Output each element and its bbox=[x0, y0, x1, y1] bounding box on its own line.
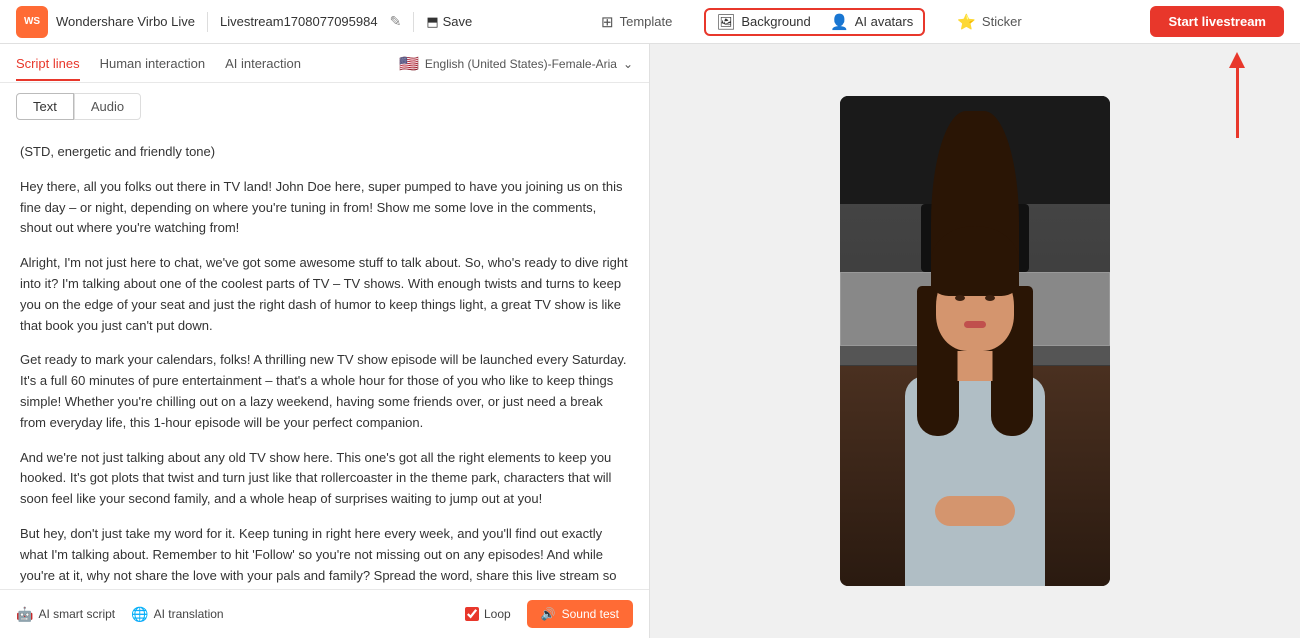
main-content: Script lines Human interaction AI intera… bbox=[0, 44, 1300, 638]
script-paragraph-1: Hey there, all you folks out there in TV… bbox=[20, 177, 629, 239]
format-tab-audio[interactable]: Audio bbox=[74, 93, 141, 120]
script-paragraph-5: But hey, don't just take my word for it.… bbox=[20, 524, 629, 589]
tab-template-label: Template bbox=[620, 14, 673, 29]
loop-checkbox-label[interactable]: Loop bbox=[465, 607, 511, 621]
sound-icon: 🔊 bbox=[541, 607, 556, 621]
script-tabs-row: Script lines Human interaction AI intera… bbox=[0, 44, 649, 83]
left-panel: Script lines Human interaction AI intera… bbox=[0, 44, 650, 638]
ai-avatar-icon: 👤 bbox=[830, 13, 849, 31]
header-tabs: ⊞ Template 🖼 Background 👤 AI avatars ⭐ S… bbox=[484, 8, 1138, 36]
tab-script-lines[interactable]: Script lines bbox=[16, 56, 80, 81]
avatar-figure bbox=[840, 96, 1110, 586]
stream-title: Livestream1708077095984 bbox=[220, 14, 378, 29]
script-paragraph-4: And we're not just talking about any old… bbox=[20, 448, 629, 510]
start-livestream-button[interactable]: Start livestream bbox=[1150, 6, 1284, 37]
header: WS Wondershare Virbo Live Livestream1708… bbox=[0, 0, 1300, 44]
ai-smart-script-label: AI smart script bbox=[38, 607, 115, 621]
script-content-area: (STD, energetic and friendly tone) Hey t… bbox=[0, 130, 649, 589]
eye-right bbox=[985, 295, 995, 301]
robot-icon: 🤖 bbox=[16, 606, 33, 623]
translate-icon: 🌐 bbox=[131, 606, 148, 623]
sticker-icon: ⭐ bbox=[957, 13, 976, 31]
ai-smart-script-button[interactable]: 🤖 AI smart script bbox=[16, 606, 115, 623]
loop-label: Loop bbox=[484, 607, 511, 621]
logo-area: WS Wondershare Virbo Live bbox=[16, 6, 195, 38]
eye-left bbox=[955, 295, 965, 301]
hair-top bbox=[931, 226, 1019, 296]
language-flag: 🇺🇸 bbox=[399, 54, 419, 74]
tab-ai-interaction[interactable]: AI interaction bbox=[225, 56, 301, 81]
red-arrow bbox=[1229, 52, 1245, 138]
format-tabs: Text Audio bbox=[0, 83, 649, 130]
sound-test-label: Sound test bbox=[562, 607, 619, 621]
save-label: Save bbox=[443, 14, 473, 29]
tab-ai-avatars-label: AI avatars bbox=[855, 14, 914, 29]
lips bbox=[964, 321, 986, 328]
arrow-head bbox=[1229, 52, 1245, 68]
script-paragraph-0: (STD, energetic and friendly tone) bbox=[20, 142, 629, 163]
arrow-line bbox=[1236, 68, 1239, 138]
sound-test-button[interactable]: 🔊 Sound test bbox=[527, 600, 633, 628]
tab-sticker-label: Sticker bbox=[982, 14, 1022, 29]
person-neck bbox=[958, 351, 993, 381]
language-label: English (United States)-Female-Aria bbox=[425, 57, 617, 71]
save-icon: ⬒ bbox=[426, 14, 438, 30]
header-divider-1 bbox=[207, 12, 208, 32]
loop-checkbox[interactable] bbox=[465, 607, 479, 621]
tab-template[interactable]: ⊞ Template bbox=[593, 9, 680, 35]
tab-human-interaction[interactable]: Human interaction bbox=[100, 56, 206, 81]
right-panel bbox=[650, 44, 1300, 638]
tab-background-ai[interactable]: 🖼 Background 👤 AI avatars bbox=[704, 8, 925, 36]
avatar-preview bbox=[840, 96, 1110, 586]
save-button[interactable]: ⬒ Save bbox=[426, 14, 472, 30]
background-icon: 🖼 bbox=[716, 13, 735, 31]
language-selector[interactable]: 🇺🇸 English (United States)-Female-Aria ⌄ bbox=[399, 54, 633, 82]
ai-translation-label: AI translation bbox=[154, 607, 224, 621]
edit-icon[interactable]: ✎ bbox=[390, 13, 402, 30]
tab-sticker[interactable]: ⭐ Sticker bbox=[949, 9, 1029, 35]
brand-name: Wondershare Virbo Live bbox=[56, 14, 195, 29]
header-divider-2 bbox=[413, 12, 414, 32]
format-tab-text[interactable]: Text bbox=[16, 93, 74, 120]
ai-translation-button[interactable]: 🌐 AI translation bbox=[131, 606, 223, 623]
script-paragraph-2: Alright, I'm not just here to chat, we'v… bbox=[20, 253, 629, 336]
tab-background-label: Background bbox=[741, 14, 810, 29]
bottom-toolbar: 🤖 AI smart script 🌐 AI translation Loop … bbox=[0, 589, 649, 638]
script-paragraph-3: Get ready to mark your calendars, folks!… bbox=[20, 350, 629, 433]
person-hands bbox=[935, 496, 1015, 526]
template-icon: ⊞ bbox=[601, 13, 614, 31]
app-logo: WS bbox=[16, 6, 48, 38]
chevron-down-icon: ⌄ bbox=[623, 57, 633, 71]
